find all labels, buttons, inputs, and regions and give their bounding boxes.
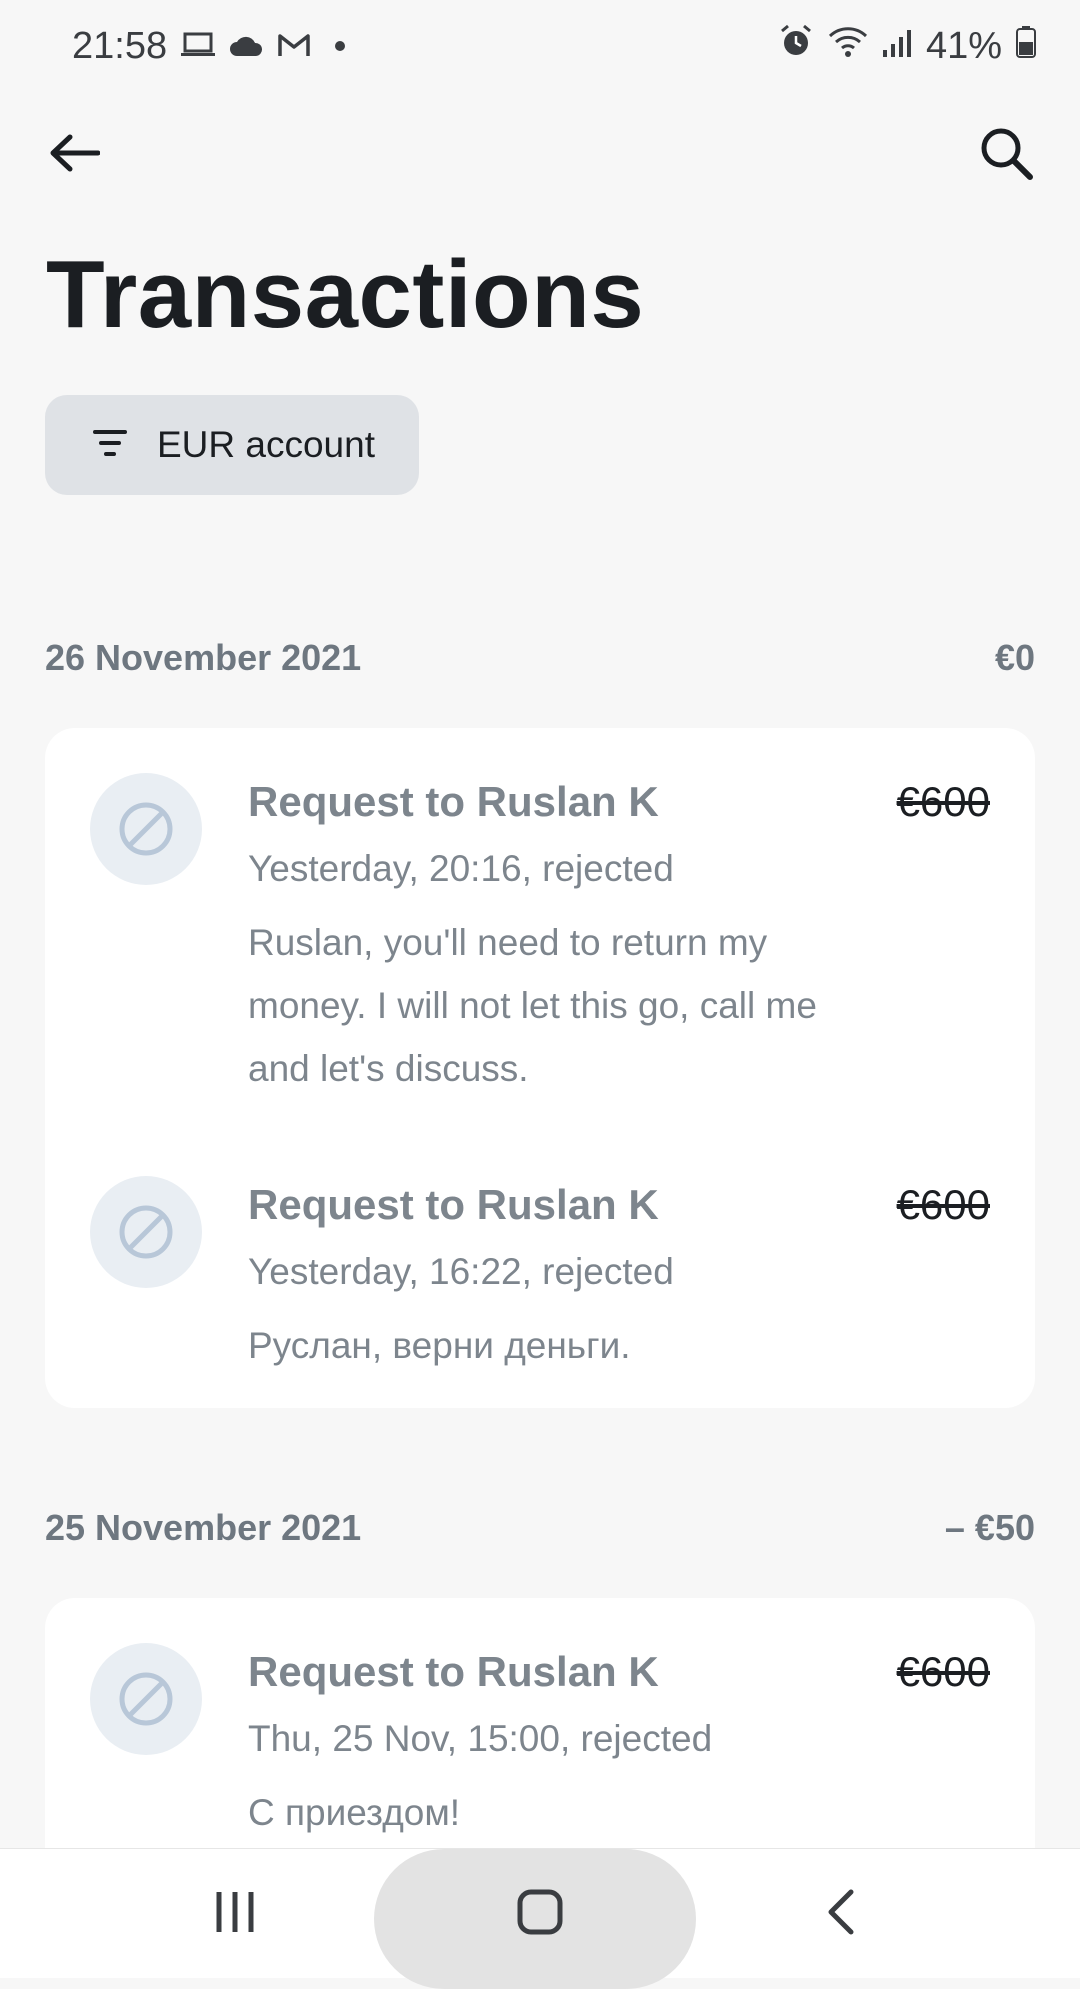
back-button[interactable] [42,123,106,187]
day-header: 25 November 2021 – €50 [45,1507,1035,1549]
filter-icon [93,424,157,466]
day-date: 25 November 2021 [45,1507,362,1548]
transaction-note: Ruslan, you'll need to return my money. … [248,922,817,1089]
transaction-amount: €600 [896,778,990,825]
home-icon [516,1888,564,1941]
transaction-amount: €600 [896,1181,990,1228]
status-time: 21:58 [72,24,168,67]
arrow-left-icon [48,133,101,178]
recent-apps-button[interactable] [200,1879,270,1949]
transaction-meta: Thu, 25 Nov, 15:00, rejected [248,1718,713,1759]
day-date: 26 November 2021 [45,637,362,678]
search-button[interactable] [974,123,1038,187]
rejected-icon [90,1643,202,1755]
transaction-title: Request to Ruslan K [248,1648,659,1695]
transaction-item[interactable]: Request to Ruslan K €600 Yesterday, 20:1… [45,728,1035,1128]
rejected-icon [90,773,202,885]
account-filter-chip[interactable]: EUR account [45,395,419,495]
search-icon [978,125,1034,186]
alarm-icon [778,24,814,68]
day-total: €0 [994,637,1035,678]
top-bar [0,110,1080,200]
rejected-icon [90,1176,202,1288]
signal-icon [882,25,912,68]
transaction-meta: Yesterday, 16:22, rejected [248,1251,674,1292]
status-bar: 21:58 41% [0,0,1080,92]
transaction-note: Руслан, верни деньги. [248,1325,631,1366]
home-button[interactable] [500,1879,580,1949]
transaction-meta: Yesterday, 20:16, rejected [248,848,674,889]
system-nav-bar [0,1848,1080,1989]
recent-apps-icon [213,1890,257,1939]
wifi-icon [828,25,868,68]
gmail-icon [277,25,311,68]
transactions-card: Request to Ruslan K €600 Yesterday, 20:1… [45,728,1035,1408]
cloud-icon [229,25,263,68]
transaction-title: Request to Ruslan K [248,1181,659,1228]
page-title: Transactions [46,241,645,348]
day-total: – €50 [944,1507,1035,1548]
nav-back-button[interactable] [805,1879,875,1949]
day-header: 26 November 2021 €0 [45,637,1035,679]
transaction-note: С приездом! [248,1792,461,1833]
transaction-amount: €600 [896,1648,990,1695]
transaction-title: Request to Ruslan K [248,778,659,825]
filter-chip-label: EUR account [157,424,375,465]
battery-icon [1016,25,1036,68]
dot-icon [335,41,346,51]
back-icon [823,1888,857,1941]
laptop-icon [181,25,216,68]
battery-percentage: 41% [925,24,1002,67]
transaction-item[interactable]: Request to Ruslan K €600 Yesterday, 16:2… [45,1131,1035,1408]
